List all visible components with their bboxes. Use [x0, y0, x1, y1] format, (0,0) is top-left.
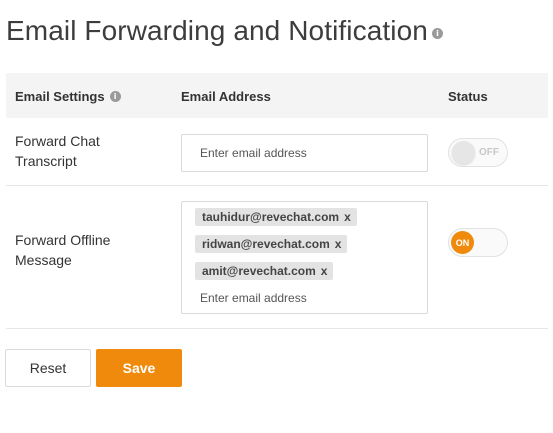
page-title: Email Forwarding and Notification	[6, 15, 428, 46]
email-input[interactable]	[200, 145, 410, 161]
header-email-settings: Email Settings i	[15, 89, 121, 104]
info-icon[interactable]: i	[431, 28, 443, 39]
table-row-forward-offline-message: Forward Offline Message tauhidur@revecha…	[6, 186, 548, 329]
remove-email-button[interactable]: x	[344, 210, 351, 224]
toggle-state-label: OFF	[479, 147, 499, 158]
toggle-knob	[452, 141, 475, 164]
row-label: Forward Offline Message	[15, 232, 111, 268]
remove-email-button[interactable]: x	[335, 237, 342, 251]
email-settings-table: Email Settings i Email Address Status Fo…	[6, 73, 548, 329]
title-row: Email Forwarding and Notification i	[6, 14, 443, 48]
info-icon[interactable]: i	[109, 91, 121, 102]
email-tag: tauhidur@revechat.com x	[195, 208, 357, 226]
email-tag-address: ridwan@revechat.com	[202, 237, 330, 251]
status-toggle[interactable]: ON	[448, 228, 508, 257]
email-address-box[interactable]: tauhidur@revechat.com x ridwan@revechat.…	[181, 201, 428, 314]
email-tag-address: tauhidur@revechat.com	[202, 210, 340, 224]
header-email-address: Email Address	[181, 89, 271, 104]
email-input[interactable]	[200, 290, 410, 306]
table-header: Email Settings i Email Address Status	[6, 73, 548, 118]
email-tag-address: amit@revechat.com	[202, 264, 316, 278]
header-status: Status	[448, 89, 488, 104]
email-tag: amit@revechat.com x	[195, 262, 334, 280]
status-toggle[interactable]: OFF	[448, 138, 508, 167]
row-label: Forward Chat Transcript	[15, 133, 100, 169]
email-tag: ridwan@revechat.com x	[195, 235, 348, 253]
toggle-knob: ON	[451, 231, 474, 254]
save-button[interactable]: Save	[96, 349, 182, 387]
reset-button[interactable]: Reset	[5, 349, 91, 387]
remove-email-button[interactable]: x	[321, 264, 328, 278]
header-email-settings-label: Email Settings	[15, 89, 105, 104]
email-address-box[interactable]	[181, 134, 428, 172]
table-row-forward-chat-transcript: Forward Chat Transcript OFF	[6, 118, 548, 186]
